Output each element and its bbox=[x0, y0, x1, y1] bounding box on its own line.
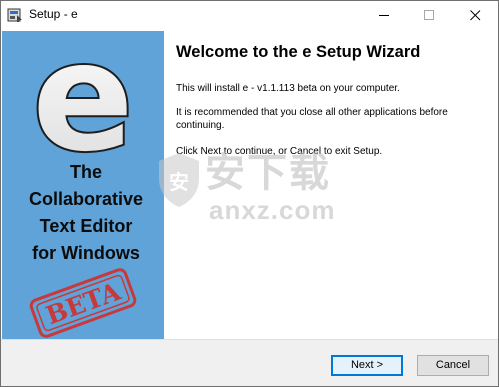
minimize-icon bbox=[379, 15, 389, 16]
sidebar-line-3: Text Editor bbox=[40, 216, 133, 236]
close-apps-text: It is recommended that you close all oth… bbox=[176, 107, 448, 131]
beta-stamp: BETA bbox=[29, 268, 137, 338]
maximize-button[interactable] bbox=[407, 1, 452, 30]
close-button[interactable] bbox=[453, 1, 498, 30]
sidebar-line-1: The bbox=[70, 162, 102, 182]
watermark-en: anxz.com bbox=[209, 195, 336, 225]
watermark: 安 安下载 anxz.com bbox=[155, 151, 365, 241]
sidebar-line-2: Collaborative bbox=[29, 189, 143, 209]
svg-text:安: 安 bbox=[169, 170, 189, 194]
installer-icon bbox=[7, 8, 22, 22]
shield-icon: 安 bbox=[159, 153, 199, 207]
install-info-text: This will install e - v1.1.113 beta on y… bbox=[176, 83, 400, 94]
minimize-button[interactable] bbox=[362, 1, 407, 30]
button-bar: Next > Cancel bbox=[1, 339, 498, 386]
close-icon bbox=[470, 10, 481, 21]
title-bar[interactable]: Setup - e bbox=[1, 1, 498, 30]
wizard-sidebar-image: e The Collaborative Text Editor for Wind… bbox=[2, 31, 164, 339]
cancel-button[interactable]: Cancel bbox=[417, 355, 489, 376]
setup-window: Setup - e e The Collaborative Text Edito… bbox=[0, 0, 499, 387]
window-title: Setup - e bbox=[29, 7, 78, 21]
page-title: Welcome to the e Setup Wizard bbox=[176, 43, 421, 61]
next-button[interactable]: Next > bbox=[331, 355, 403, 376]
maximize-icon bbox=[424, 10, 434, 20]
watermark-cn: 安下载 bbox=[205, 150, 331, 196]
sidebar-line-4: for Windows bbox=[32, 243, 140, 263]
